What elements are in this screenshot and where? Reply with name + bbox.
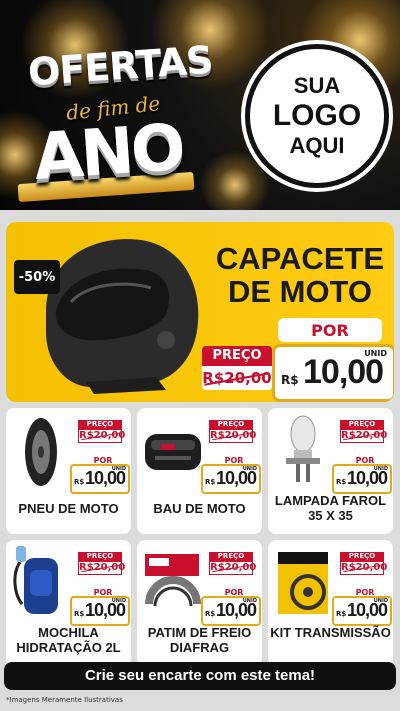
old-price: R$20,00: [209, 561, 256, 575]
unit-label: UNID: [111, 466, 126, 472]
logo-placeholder: SUA LOGO AQUI: [245, 44, 389, 188]
currency: R$: [74, 610, 85, 618]
discount-badge: -50%: [14, 260, 60, 294]
price-box: R$ 10,00 UNID: [332, 464, 392, 494]
unit-label: UNID: [364, 349, 387, 358]
currency: R$: [205, 610, 216, 618]
price-box: R$ 10,00 UNID: [70, 464, 130, 494]
product-card-patim[interactable]: PREÇO R$20,00 POR R$ 10,00 UNID PATIM DE…: [137, 540, 262, 666]
preco-label: PREÇO: [202, 346, 272, 366]
price-box: R$ 10,00 UNID: [201, 464, 261, 494]
featured-price-box: R$ 10,00 UNID: [272, 344, 394, 402]
title-ofertas: OFERTAS: [26, 37, 214, 95]
old-price: R$20,00: [209, 429, 256, 443]
product-card-mochila[interactable]: PREÇO R$20,00 POR R$ 10,00 UNID MOCHILA …: [6, 540, 131, 666]
preco-label: PREÇO: [340, 552, 384, 561]
create-flyer-button[interactable]: Crie seu encarte com este tema!: [4, 662, 396, 690]
product-card-pneu[interactable]: PREÇO R$20,00 POR R$ 10,00 UNID PNEU DE …: [6, 408, 131, 534]
old-price-tag: PREÇO R$20,00: [202, 346, 272, 390]
preco-label: PREÇO: [209, 552, 253, 561]
preco-label: PREÇO: [78, 552, 122, 561]
old-price: R$20,00: [340, 429, 387, 443]
old-price-tag: PREÇO R$20,00: [78, 420, 125, 443]
old-price: R$20,00: [78, 429, 125, 443]
featured-offer-card[interactable]: -50% CAPACETE DE MOTO POR PREÇO R$20,00 …: [6, 222, 394, 402]
old-price-tag: PREÇO R$20,00: [340, 420, 387, 443]
currency: R$: [74, 478, 85, 486]
logo-text: SUA: [293, 73, 341, 99]
tire-icon: [10, 412, 72, 490]
unit-label: UNID: [242, 598, 257, 604]
currency: R$: [205, 478, 216, 486]
por-label: POR: [278, 318, 382, 342]
unit-label: UNID: [373, 598, 388, 604]
old-price-tag: PREÇO R$20,00: [78, 552, 125, 575]
unit-label: UNID: [111, 598, 126, 604]
product-card-lampada[interactable]: PREÇO R$20,00 POR R$ 10,00 UNID LAMPADA …: [268, 408, 393, 534]
product-name: MOCHILA HIDRATAÇÃO 2L: [16, 625, 121, 655]
top-case-icon: [141, 412, 203, 490]
price-box: R$ 10,00 UNID: [70, 596, 130, 626]
old-price: R$20,00: [340, 561, 387, 575]
unit-label: UNID: [373, 466, 388, 472]
price-box: R$ 10,00 UNID: [332, 596, 392, 626]
featured-product-title: CAPACETE DE MOTO: [215, 241, 385, 310]
old-price: R$20,00: [202, 366, 272, 390]
promo-title-badge: OFERTAS de fim de ANO: [17, 28, 214, 203]
currency: R$: [336, 610, 347, 618]
header-banner: OFERTAS de fim de ANO SUA LOGO AQUI: [0, 0, 400, 210]
backpack-icon: [10, 544, 72, 622]
currency: R$: [336, 478, 347, 486]
logo-text: LOGO: [272, 98, 362, 132]
product-name: LAMPADA FAROL 35 X 35: [274, 493, 387, 523]
headlight-bulb-icon: [272, 412, 334, 490]
helmet-icon: [16, 222, 206, 402]
old-price: R$20,00: [78, 561, 125, 575]
old-price-tag: PREÇO R$20,00: [209, 552, 256, 575]
preco-label: PREÇO: [78, 420, 122, 429]
preco-label: PREÇO: [209, 420, 253, 429]
logo-text: AQUI: [289, 133, 345, 159]
currency: R$: [281, 373, 299, 387]
brake-shoe-icon: [141, 544, 203, 622]
product-name: KIT TRANSMISSÃO: [270, 625, 391, 640]
unit-label: UNID: [242, 466, 257, 472]
title-ano: ANO: [31, 110, 185, 196]
product-name: BAU DE MOTO: [153, 501, 246, 516]
disclaimer: *Imagens Meramente Ilustrativas: [6, 696, 123, 704]
product-card-kit[interactable]: PREÇO R$20,00 POR R$ 10,00 UNID KIT TRAN…: [268, 540, 393, 666]
chain-kit-icon: [272, 544, 334, 622]
old-price-tag: PREÇO R$20,00: [209, 420, 256, 443]
preco-label: PREÇO: [340, 420, 384, 429]
product-name: PATIM DE FREIO DIAFRAG: [147, 625, 252, 655]
offers-area: -50% CAPACETE DE MOTO POR PREÇO R$20,00 …: [0, 210, 400, 711]
old-price-tag: PREÇO R$20,00: [340, 552, 387, 575]
product-card-bau[interactable]: PREÇO R$20,00 POR R$ 10,00 UNID BAU DE M…: [137, 408, 262, 534]
price-box: R$ 10,00 UNID: [201, 596, 261, 626]
product-name: PNEU DE MOTO: [18, 501, 119, 516]
price-value: 10,00: [303, 353, 384, 391]
